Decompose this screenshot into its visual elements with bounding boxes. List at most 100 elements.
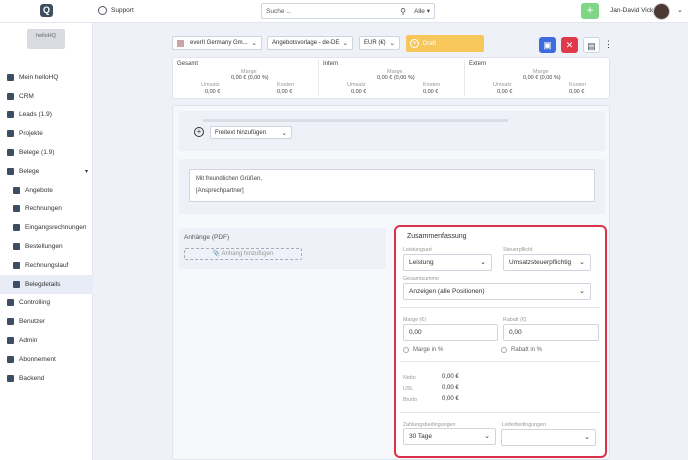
sidebar-item[interactable]: Admin — [0, 331, 93, 350]
nav-icon — [7, 355, 14, 363]
rabatt-percent-toggle[interactable]: Rabatt in % — [501, 347, 542, 353]
rabatt-percent-label: Rabatt in % — [511, 347, 543, 353]
paperclip-icon: 📎 — [212, 251, 221, 257]
company-select[interactable]: everII Germany Gm... ⌄ — [172, 36, 262, 50]
sidebar-item-label: Controlling — [19, 299, 51, 307]
sidebar-item[interactable]: Projekte — [0, 124, 93, 143]
nav-icon — [13, 186, 20, 194]
gesamtsumme-select[interactable]: Anzeigen (alle Positionen) ⌄ — [403, 283, 591, 300]
kpi-umsatz-label: Umsatz — [347, 82, 366, 88]
ust-label: USt. — [403, 386, 414, 392]
close-icon: ✕ — [565, 40, 574, 50]
template-select[interactable]: Angebotsvorlage - de-DE ⌄ — [267, 36, 353, 50]
add-button[interactable]: + — [581, 3, 599, 19]
brutto-label: Brutto — [403, 397, 418, 403]
app-logo[interactable]: Q — [40, 4, 53, 17]
brutto-value: 0,00 € — [442, 396, 459, 402]
closing-text-editor[interactable]: Mit freundlichen Grüßen, [Ansprechpartne… — [189, 169, 595, 202]
company-flag-icon — [177, 39, 184, 47]
sidebar-item[interactable]: Rechnungen — [0, 200, 93, 219]
kpi-umsatz-label: Umsatz — [201, 82, 220, 88]
chevron-down-icon: ⌄ — [584, 434, 590, 441]
attachments-title: Anhänge (PDF) — [184, 234, 230, 241]
sidebar-item[interactable]: Rechnungslauf — [0, 256, 93, 275]
nav-icon — [7, 73, 14, 81]
save-button[interactable]: ▣ — [539, 37, 556, 53]
drag-bar[interactable] — [203, 119, 508, 122]
top-bar: Q Support Suche ... ⚲ Alle ▾ + Jan-David… — [0, 0, 688, 23]
closing-text-area: Mit freundlichen Grüßen, [Ansprechpartne… — [179, 159, 605, 214]
kpi-kosten-label: Kosten — [569, 82, 587, 88]
global-search[interactable]: Suche ... ⚲ Alle ▾ — [261, 3, 435, 19]
cancel-button[interactable]: ✕ — [561, 37, 578, 53]
save-icon: ▣ — [543, 40, 552, 50]
sidebar-item[interactable]: Abonnement — [0, 350, 93, 369]
sidebar-item[interactable]: Belege (1.9) — [0, 143, 93, 162]
company-select-value: everII Germany Gm... — [190, 40, 248, 46]
user-name[interactable]: Jan-David Vick — [610, 7, 653, 14]
marge-percent-label: Marge in % — [413, 347, 444, 353]
sidebar-item[interactable]: Belegdetails — [0, 274, 93, 294]
gesamtsumme-value: Anzeigen (alle Positionen) — [409, 288, 485, 295]
sidebar-item-label: CRM — [19, 92, 34, 100]
sidebar-item-label: Belegdetails — [25, 280, 61, 288]
search-input[interactable]: Suche ... — [262, 8, 400, 15]
kpi-umsatz-value: 0,00 € — [497, 89, 513, 95]
radio-icon — [501, 347, 507, 353]
sidebar-item[interactable]: Controlling — [0, 294, 93, 313]
kpi-kosten-value: 0,00 € — [277, 89, 293, 95]
chevron-down-icon: ⌄ — [579, 259, 585, 266]
leistungsart-select[interactable]: Leistung ⌄ — [403, 254, 492, 271]
nav-icon — [13, 280, 20, 288]
sidebar-item[interactable]: Belege ▾ — [0, 162, 93, 181]
sidebar-item[interactable]: Eingangsrechnungen — [0, 218, 93, 237]
nav-icon — [13, 224, 20, 232]
sidebar-item[interactable]: Bestellungen — [0, 237, 93, 256]
nav-icon — [7, 167, 14, 175]
support-label: Support — [111, 7, 134, 14]
kpi-umsatz-value: 0,00 € — [351, 89, 367, 95]
comment-icon: ▤ — [587, 41, 596, 51]
sidebar-item[interactable]: Angebote — [0, 181, 93, 200]
user-menu-chevron-icon[interactable]: ⌄ — [677, 6, 683, 14]
marge-value: 0,00 — [409, 329, 422, 336]
closing-contact-placeholder: [Ansprechpartner] — [196, 188, 244, 194]
chevron-down-icon: ⌄ — [579, 288, 585, 295]
avatar[interactable] — [653, 3, 670, 20]
search-icon[interactable]: ⚲ — [400, 7, 410, 16]
add-circle-icon[interactable]: + — [194, 127, 204, 137]
sidebar-item[interactable]: Leads (1.9) — [0, 106, 93, 125]
zahlung-value: 30 Tage — [409, 433, 433, 440]
currency-select-value: EUR (€) — [364, 40, 386, 46]
divider — [400, 412, 600, 413]
support-icon — [98, 6, 107, 15]
status-badge[interactable]: + Draft — [406, 35, 484, 52]
zahlung-select[interactable]: 30 Tage ⌄ — [403, 428, 496, 445]
sidebar-nav: Mein helloHQ CRM Leads (1.9) Projekte Belege… — [0, 68, 93, 388]
sidebar-item[interactable]: CRM — [0, 87, 93, 106]
rabatt-label: Rabatt (€) — [503, 317, 527, 323]
steuerpflicht-select[interactable]: Umsatzsteuerpflichtig ⌄ — [503, 254, 591, 271]
currency-select[interactable]: EUR (€) ⌄ — [359, 36, 400, 50]
sidebar-item-label: Eingangsrechnungen — [25, 224, 87, 232]
sidebar-item[interactable]: Mein helloHQ — [0, 68, 93, 87]
netto-value: 0,00 € — [442, 374, 459, 380]
sidebar-item[interactable]: Backend — [0, 369, 93, 388]
chevron-down-icon: ⌄ — [484, 433, 490, 440]
freetext-select[interactable]: Freitext hinzufügen ⌄ — [210, 126, 292, 139]
marge-percent-toggle[interactable]: Marge in % — [403, 347, 443, 353]
kpi-umsatz-label: Umsatz — [493, 82, 512, 88]
liefer-select[interactable]: ⌄ — [501, 429, 596, 446]
comments-button[interactable]: ▤ — [583, 37, 600, 53]
more-menu-icon[interactable]: ⋮ — [604, 39, 613, 50]
sidebar-item[interactable]: Benutzer — [0, 312, 93, 331]
rabatt-input[interactable]: 0,00 — [503, 324, 599, 341]
search-scope-select[interactable]: Alle ▾ — [410, 7, 434, 15]
kpi-umsatz-value: 0,00 € — [205, 89, 221, 95]
add-attachment-button[interactable]: 📎 Anhang hinzufügen — [184, 248, 302, 260]
marge-input[interactable]: 0,00 — [403, 324, 498, 341]
divider — [400, 361, 600, 362]
kpi-title: Intern — [323, 61, 339, 67]
support-link[interactable]: Support — [98, 6, 134, 15]
chevron-down-icon: ⌄ — [389, 40, 395, 47]
